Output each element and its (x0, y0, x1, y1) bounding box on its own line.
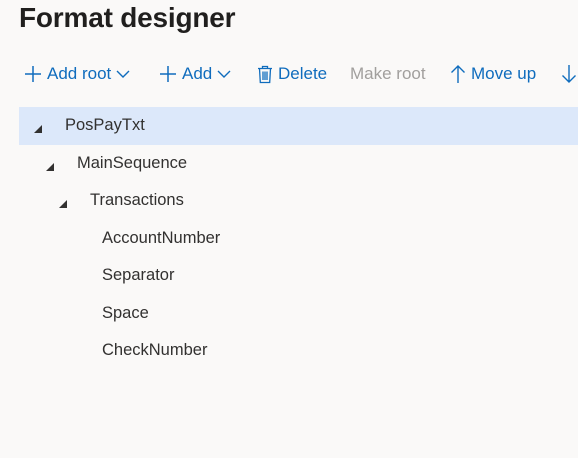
make-root-button[interactable]: Make root (350, 56, 426, 92)
tree-node[interactable]: Separator (19, 257, 578, 295)
move-up-label: Move up (471, 64, 537, 83)
delete-label: Delete (278, 64, 328, 83)
page-title: Format designer (19, 2, 236, 33)
caret-expanded-icon[interactable] (45, 158, 55, 171)
tree-node[interactable]: Space (19, 295, 578, 333)
tree-node[interactable]: Transactions (19, 182, 578, 220)
add-root-button[interactable]: Add root (24, 56, 130, 92)
tree-node-label: Transactions (90, 191, 184, 209)
arrow-up-icon (450, 64, 466, 84)
chevron-down-icon (116, 69, 130, 79)
trash-icon (257, 65, 273, 84)
tree-node-label: MainSequence (77, 153, 188, 172)
tree-node-label: Separator (102, 266, 175, 284)
tree-node-label: CheckNumber (102, 341, 208, 359)
make-root-label: Make root (350, 64, 426, 83)
tree-node[interactable]: PosPayTxt (19, 107, 578, 145)
chevron-down-icon (217, 69, 231, 79)
tree-node-label: AccountNumber (102, 228, 221, 247)
tree-node[interactable]: MainSequence (19, 145, 578, 183)
add-root-label: Add root (47, 64, 112, 83)
tree-node[interactable]: AccountNumber (19, 220, 578, 258)
caret-expanded-icon[interactable] (58, 195, 68, 208)
plus-icon (159, 65, 177, 83)
delete-button[interactable]: Delete (257, 56, 327, 92)
tree-node-label: Space (102, 303, 149, 322)
toolbar: Add root Add Delete Make root Move up (0, 56, 578, 92)
add-button[interactable]: Add (159, 56, 231, 92)
plus-icon (24, 65, 42, 83)
tree-node[interactable]: CheckNumber (19, 332, 578, 370)
arrow-down-icon (561, 64, 577, 84)
move-down-button[interactable] (561, 56, 578, 92)
move-up-button[interactable]: Move up (450, 56, 536, 92)
add-label: Add (182, 64, 213, 83)
tree-node-label: PosPayTxt (65, 116, 145, 134)
caret-expanded-icon[interactable] (33, 120, 43, 133)
format-tree: PosPayTxt MainSequence Transactions Acco… (19, 107, 578, 370)
